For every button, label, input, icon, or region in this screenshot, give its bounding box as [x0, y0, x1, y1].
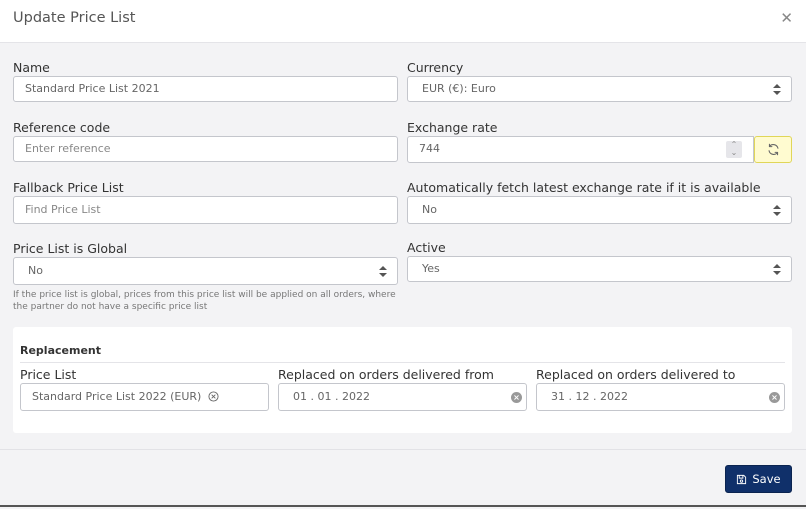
is-global-label: Price List is Global — [13, 241, 128, 256]
dialog-title: Update Price List — [13, 10, 136, 26]
exchange-rate-input[interactable]: 744 ⌃ ⌄ — [407, 136, 754, 163]
name-label: Name — [13, 60, 50, 75]
currency-label: Currency — [407, 60, 464, 75]
refresh-exchange-rate-button[interactable] — [754, 136, 792, 163]
auto-fetch-field-group: Automatically fetch latest exchange rate… — [407, 179, 792, 224]
dialog-header: Update Price List ✕ — [0, 0, 806, 43]
exchange-rate-label: Exchange rate — [407, 120, 498, 135]
reference-code-input[interactable]: Enter reference — [13, 136, 398, 162]
name-input[interactable]: Standard Price List 2021 — [13, 76, 398, 102]
replaced-to-field-group: Replaced on orders delivered to 31 . 12 … — [536, 366, 785, 411]
replacement-price-list-input[interactable]: Standard Price List 2022 (EUR) — [20, 383, 269, 411]
active-value: Yes — [422, 262, 440, 275]
reference-code-field-group: Reference code Enter reference — [13, 119, 398, 162]
replacement-price-list-label: Price List — [20, 367, 77, 382]
is-global-field-group: Price List is Global No If the price lis… — [13, 240, 398, 313]
is-global-value: No — [28, 264, 43, 277]
replacement-price-list-field-group: Price List Standard Price List 2022 (EUR… — [20, 366, 269, 411]
replaced-from-date-input[interactable]: 01 . 01 . 2022 × — [278, 383, 527, 411]
select-arrows-icon — [773, 84, 781, 95]
select-arrows-icon — [773, 205, 781, 216]
currency-value: EUR (€): Euro — [422, 82, 496, 95]
fallback-price-list-field-group: Fallback Price List Find Price List — [13, 179, 398, 224]
dialog-footer: Save — [0, 449, 806, 507]
select-arrows-icon — [773, 264, 781, 275]
fallback-price-list-label: Fallback Price List — [13, 180, 124, 195]
exchange-rate-value: 744 — [419, 142, 440, 155]
currency-select[interactable]: EUR (€): Euro — [407, 76, 792, 102]
clear-date-icon[interactable]: × — [511, 392, 522, 403]
dialog-body: Name Standard Price List 2021 Reference … — [0, 43, 806, 449]
update-price-list-dialog: Update Price List ✕ Name Standard Price … — [0, 0, 806, 507]
is-global-help-text: If the price list is global, prices from… — [13, 290, 396, 312]
reference-code-label: Reference code — [13, 120, 111, 135]
auto-fetch-value: No — [422, 203, 437, 216]
replaced-to-date-input[interactable]: 31 . 12 . 2022 × — [536, 383, 785, 411]
select-arrows-icon — [379, 266, 387, 277]
active-field-group: Active Yes — [407, 239, 792, 282]
clear-selection-icon[interactable] — [208, 390, 219, 402]
auto-fetch-select[interactable]: No — [407, 196, 792, 224]
replacement-price-list-value: Standard Price List 2022 (EUR) — [32, 390, 202, 403]
replacement-card: Replacement Price List Standard Price Li… — [13, 327, 792, 433]
currency-field-group: Currency EUR (€): Euro — [407, 59, 792, 102]
is-global-select[interactable]: No — [13, 257, 398, 285]
close-icon[interactable]: ✕ — [780, 9, 793, 27]
number-spinner[interactable]: ⌃ ⌄ — [726, 141, 742, 158]
active-select[interactable]: Yes — [407, 256, 792, 282]
exchange-rate-field-group: Exchange rate 744 ⌃ ⌄ — [407, 119, 792, 163]
name-field-group: Name Standard Price List 2021 — [13, 59, 398, 102]
floppy-disk-icon — [737, 474, 747, 484]
refresh-icon — [768, 143, 778, 156]
replaced-to-label: Replaced on orders delivered to — [536, 367, 736, 382]
save-label: Save — [752, 472, 781, 486]
replacement-divider — [20, 362, 785, 363]
replacement-title: Replacement — [20, 344, 101, 357]
window-bottom-edge — [0, 505, 806, 507]
clear-date-icon[interactable]: × — [769, 392, 780, 403]
fallback-price-list-input[interactable]: Find Price List — [13, 196, 398, 224]
replaced-from-label: Replaced on orders delivered from — [278, 367, 494, 382]
save-button[interactable]: Save — [725, 465, 792, 493]
replaced-from-field-group: Replaced on orders delivered from 01 . 0… — [278, 366, 527, 411]
auto-fetch-label: Automatically fetch latest exchange rate… — [407, 180, 761, 195]
replaced-to-value: 31 . 12 . 2022 — [551, 390, 628, 403]
active-label: Active — [407, 240, 446, 255]
replaced-from-value: 01 . 01 . 2022 — [293, 390, 370, 403]
